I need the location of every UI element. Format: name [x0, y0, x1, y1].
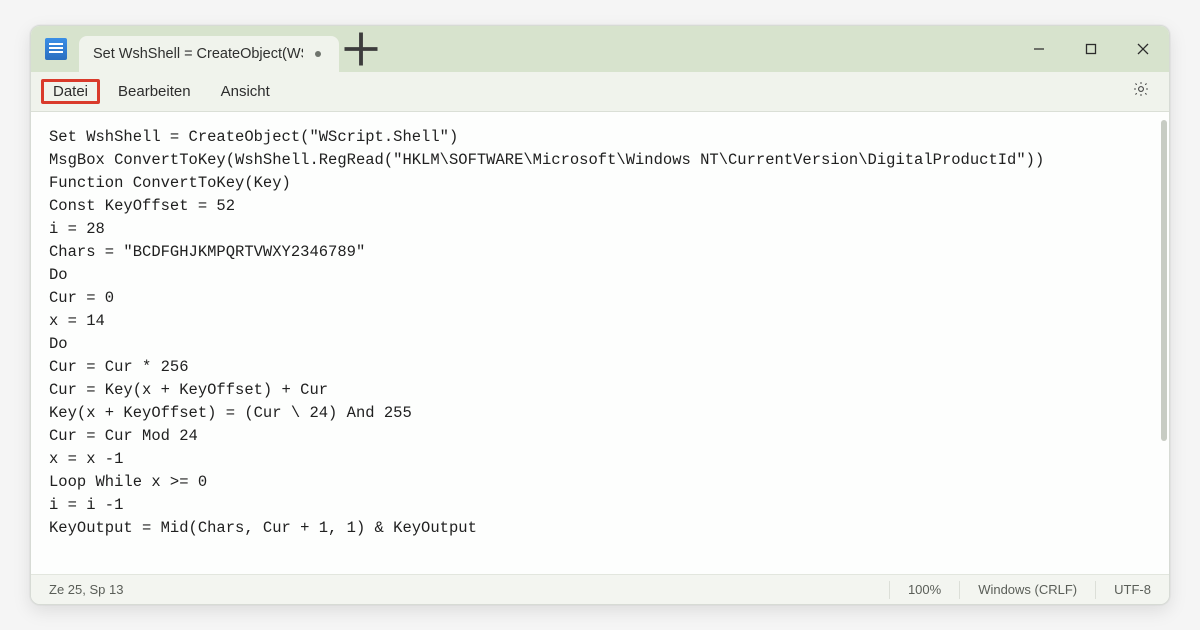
editor-area[interactable]: Set WshShell = CreateObject("WScript.She… [31, 112, 1169, 574]
status-line-ending[interactable]: Windows (CRLF) [960, 582, 1095, 597]
close-button[interactable] [1117, 26, 1169, 72]
menu-edit[interactable]: Bearbeiten [106, 79, 203, 104]
vertical-scrollbar[interactable] [1161, 120, 1167, 566]
tab-title: Set WshShell = CreateObject(WScr [93, 46, 303, 62]
notepad-window: Set WshShell = CreateObject(WScr Datei [30, 25, 1170, 605]
window-controls [1013, 26, 1169, 72]
document-tab[interactable]: Set WshShell = CreateObject(WScr [79, 36, 339, 72]
notepad-app-icon [45, 38, 67, 60]
status-cursor-position: Ze 25, Sp 13 [31, 582, 141, 597]
status-encoding[interactable]: UTF-8 [1096, 582, 1169, 597]
maximize-button[interactable] [1065, 26, 1117, 72]
scrollbar-thumb[interactable] [1161, 120, 1167, 441]
status-bar: Ze 25, Sp 13 100% Windows (CRLF) UTF-8 [31, 574, 1169, 604]
minimize-button[interactable] [1013, 26, 1065, 72]
new-tab-button[interactable] [339, 26, 383, 72]
menu-view[interactable]: Ansicht [209, 79, 282, 104]
settings-button[interactable] [1123, 74, 1159, 110]
unsaved-indicator-icon [315, 51, 321, 57]
title-bar: Set WshShell = CreateObject(WScr [31, 26, 1169, 72]
menu-file[interactable]: Datei [41, 79, 100, 104]
gear-icon [1132, 80, 1150, 103]
menu-bar: Datei Bearbeiten Ansicht [31, 72, 1169, 112]
status-zoom[interactable]: 100% [890, 582, 959, 597]
text-editor[interactable]: Set WshShell = CreateObject("WScript.She… [31, 112, 1159, 574]
